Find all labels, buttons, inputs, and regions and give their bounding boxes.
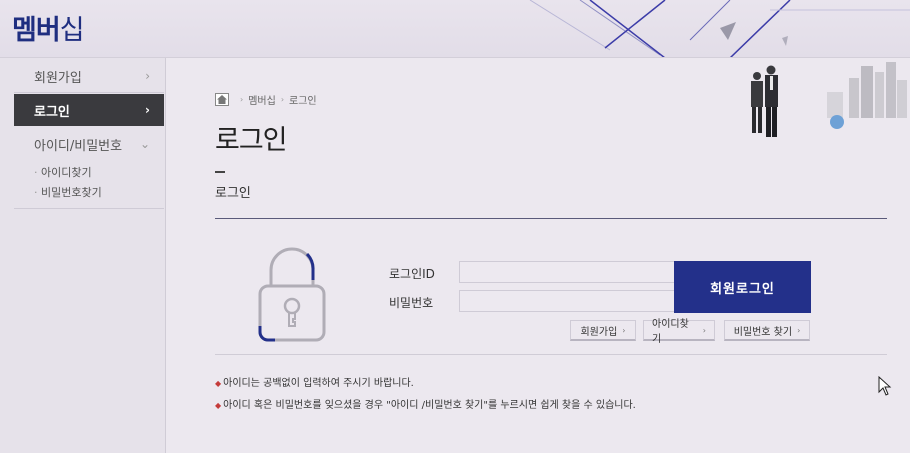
- find-id-link-button[interactable]: 아이디찾기 ›: [643, 319, 715, 345]
- diamond-bullet-icon: ◆: [215, 401, 222, 410]
- login-id-input[interactable]: [459, 261, 675, 283]
- find-password-link-label: 비밀번호 찾기: [733, 326, 793, 338]
- breadcrumb-separator-icon: ›: [280, 95, 285, 104]
- chevron-right-icon: ›: [145, 103, 150, 117]
- chevron-right-icon: ›: [797, 325, 801, 335]
- page-title: 로그인: [215, 125, 288, 156]
- main-content: › 멤버십 › 로그인 로그인 로그인 로그인ID 비밀번호 회원로그인 회원가…: [167, 58, 910, 453]
- login-id-label: 로그인ID: [389, 267, 435, 281]
- page-subtitle: 로그인: [215, 186, 251, 201]
- notes-divider: [215, 354, 887, 355]
- breadcrumb-membership[interactable]: 멤버십: [248, 92, 276, 107]
- password-input[interactable]: [459, 290, 675, 312]
- notice-item: ◆ 아이디 혹은 비밀번호를 잊으셨을 경우 "아이디 /비밀번호 찾기"를 누르…: [215, 396, 636, 411]
- subtitle-marker: [215, 171, 225, 173]
- sidebar-item-label: 회원가입: [34, 70, 82, 86]
- header-band: 멤버십: [0, 0, 910, 58]
- sidebar-subitem-find-id[interactable]: 아이디찾기: [34, 164, 92, 180]
- breadcrumb-login[interactable]: 로그인: [289, 92, 317, 107]
- breadcrumb-separator-icon: ›: [240, 95, 244, 104]
- site-title[interactable]: 멤버십: [12, 8, 85, 47]
- sidebar-item-login[interactable]: 로그인 ›: [14, 94, 164, 126]
- mouse-cursor-icon: [878, 376, 892, 396]
- sidebar: 회원가입 › 로그인 › 아이디/비밀번호 ⌄ 아이디찾기 비밀번호찾기: [0, 58, 166, 453]
- business-people-illustration: [751, 62, 907, 137]
- sidebar-subitem-find-password[interactable]: 비밀번호찾기: [34, 184, 102, 200]
- join-link-label: 회원가입: [580, 326, 618, 338]
- site-title-main: 멤버: [12, 15, 61, 46]
- sidebar-item-label: 아이디/비밀번호: [34, 138, 123, 154]
- sidebar-item-id-password[interactable]: 아이디/비밀번호 ⌄: [14, 128, 164, 160]
- find-id-link-label: 아이디찾기: [652, 319, 689, 345]
- sidebar-item-join[interactable]: 회원가입 ›: [14, 60, 164, 92]
- chevron-down-icon: ⌄: [139, 137, 150, 151]
- notice-text: 아이디는 공백없이 입력하여 주시기 바랍니다.: [223, 378, 414, 389]
- header-decoration: [529, 0, 910, 57]
- lock-icon: [258, 247, 326, 342]
- title-divider: [215, 218, 887, 219]
- notice-text: 아이디 혹은 비밀번호를 잊으셨을 경우 "아이디 /비밀번호 찾기"를 누르시…: [223, 400, 636, 411]
- find-password-link-button[interactable]: 비밀번호 찾기 ›: [724, 320, 810, 341]
- member-login-button[interactable]: 회원로그인: [674, 261, 811, 313]
- site-title-light: 십: [59, 15, 85, 46]
- diamond-bullet-icon: ◆: [215, 379, 222, 388]
- chevron-right-icon: ›: [702, 325, 706, 335]
- breadcrumb: › 멤버십 › 로그인: [215, 92, 317, 107]
- notice-item: ◆ 아이디는 공백없이 입력하여 주시기 바랍니다.: [215, 374, 414, 389]
- sidebar-divider: [14, 92, 164, 93]
- sidebar-divider: [14, 208, 164, 209]
- home-icon[interactable]: [215, 93, 229, 106]
- chevron-right-icon: ›: [145, 69, 150, 83]
- chevron-right-icon: ›: [622, 325, 626, 335]
- password-label: 비밀번호: [389, 296, 434, 310]
- sidebar-item-label: 로그인: [34, 104, 70, 120]
- join-link-button[interactable]: 회원가입 ›: [570, 320, 636, 341]
